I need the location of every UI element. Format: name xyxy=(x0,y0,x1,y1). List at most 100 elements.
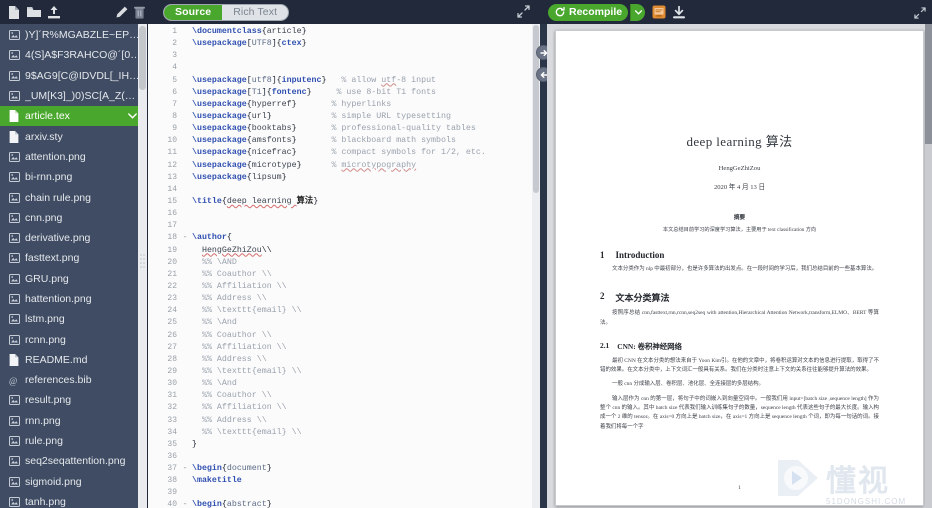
file-item[interactable]: hattention.png xyxy=(0,289,147,309)
file-item[interactable]: lstm.png xyxy=(0,309,147,329)
code-line[interactable]: 7 \usepackage{hyperref} % hyperlinks xyxy=(148,99,540,111)
pdf-preview-pane[interactable]: deep learning 算法 HengGeZhiZou 2020 年 4 月… xyxy=(547,24,932,508)
pdf-page: deep learning 算法 HengGeZhiZou 2020 年 4 月… xyxy=(555,30,924,506)
pdf-scrollbar-thumb[interactable] xyxy=(925,24,932,144)
code-line[interactable]: 17 xyxy=(148,220,540,232)
file-item[interactable]: rnn.png xyxy=(0,411,147,431)
code-line[interactable]: 12 \usepackage{microtype} % microtypograp… xyxy=(148,160,540,172)
code-line[interactable]: 6 \usepackage[T1]{fontenc} % use 8-bit T1… xyxy=(148,87,540,99)
line-content: %% Affiliation \\ xyxy=(201,403,287,413)
file-item[interactable]: _UM[K3]_)0)SC[A_Z(OK_D... xyxy=(0,86,147,106)
file-item[interactable]: chain rule.png xyxy=(0,187,147,207)
code-line[interactable]: 4 xyxy=(148,62,540,74)
file-item[interactable]: fasttext.png xyxy=(0,248,147,268)
code-lines[interactable]: 1 \documentclass{article} 2 \usepackage[UTF… xyxy=(148,24,540,508)
new-file-icon[interactable] xyxy=(6,4,21,20)
pdf-abstract-heading: 摘要 xyxy=(733,215,746,221)
file-item[interactable]: seq2seqattention.png xyxy=(0,451,147,471)
tab-source[interactable]: Source xyxy=(164,4,223,20)
file-item[interactable]: rcnn.png xyxy=(0,329,147,349)
code-line[interactable]: 9 \usepackage{booktabs} % professional-qu… xyxy=(148,123,540,135)
code-line[interactable]: 40- \begin{abstract} xyxy=(148,499,540,508)
file-item[interactable]: 9$AG9[C@IDVDL[_IHXSE... xyxy=(0,66,147,86)
code-line[interactable]: 38 \maketitle xyxy=(148,475,540,487)
code-line[interactable]: 36 xyxy=(148,451,540,463)
image-file-icon xyxy=(8,394,20,406)
code-line[interactable]: 27 %% Affiliation \\ xyxy=(148,342,540,354)
code-line[interactable]: 8 \usepackage{url} % simple URL typesetti… xyxy=(148,111,540,123)
code-line[interactable]: 34 %% \texttt{email} \\ xyxy=(148,427,540,439)
code-line[interactable]: 32 %% Affiliation \\ xyxy=(148,402,540,414)
image-file-icon xyxy=(8,415,20,427)
file-item[interactable]: @ references.bib xyxy=(0,370,147,390)
chevron-down-icon[interactable] xyxy=(128,110,137,122)
file-item[interactable]: tanh.png xyxy=(0,492,147,508)
delete-icon[interactable] xyxy=(132,4,147,20)
sidebar-resize-grip[interactable] xyxy=(139,252,146,272)
line-number: 30 xyxy=(167,379,177,389)
code-line[interactable]: 20 %% \AND xyxy=(148,257,540,269)
compile-logs-icon[interactable] xyxy=(652,5,666,19)
file-item[interactable]: rule.png xyxy=(0,431,147,451)
upload-icon[interactable] xyxy=(46,4,61,20)
code-line[interactable]: 28 %% Address \\ xyxy=(148,354,540,366)
source-code-editor[interactable]: 1 \documentclass{article} 2 \usepackage[UTF… xyxy=(147,24,540,508)
code-line[interactable]: 10 \usepackage{amsfonts} % blackboard mat… xyxy=(148,135,540,147)
code-line[interactable]: 21 %% Coauthor \\ xyxy=(148,269,540,281)
pdf-scrollbar[interactable] xyxy=(925,24,932,508)
code-line[interactable]: 26 %% Coauthor \\ xyxy=(148,330,540,342)
file-item[interactable]: 4(S]A$F3RAHCO@´[0JCU... xyxy=(0,45,147,65)
code-line[interactable]: 35} xyxy=(148,439,540,451)
code-line[interactable]: 16 xyxy=(148,208,540,220)
code-line[interactable]: 11 \usepackage{nicefrac} % compact symbol… xyxy=(148,147,540,159)
file-name: arxiv.sty xyxy=(25,130,63,143)
line-number: 33 xyxy=(167,415,177,425)
file-item[interactable]: )Y]´R%MGABZLE~EPRF3... xyxy=(0,25,147,45)
code-line[interactable]: 31 %% Coauthor \\ xyxy=(148,390,540,402)
recompile-button[interactable]: Recompile xyxy=(548,3,629,21)
code-line[interactable]: 23 %% Address \\ xyxy=(148,293,540,305)
rename-icon[interactable] xyxy=(114,4,129,20)
code-line[interactable]: 1 \documentclass{article} xyxy=(148,26,540,38)
file-item[interactable]: sigmoid.png xyxy=(0,472,147,492)
line-content: %% Coauthor \\ xyxy=(201,391,272,401)
code-line[interactable]: 33 %% Address \\ xyxy=(148,415,540,427)
file-item[interactable]: bi-rnn.png xyxy=(0,167,147,187)
code-line[interactable]: 5 \usepackage[utf8]{inputenc} % allow utf… xyxy=(148,75,540,87)
code-line[interactable]: 39 xyxy=(148,487,540,499)
code-line[interactable]: 24 %% \texttt{email} \\ xyxy=(148,305,540,317)
code-line[interactable]: 18- \author{ xyxy=(148,232,540,244)
code-line[interactable]: 37- \begin{document} xyxy=(148,463,540,475)
editor-scrollbar[interactable] xyxy=(532,24,540,508)
file-item[interactable]: GRU.png xyxy=(0,269,147,289)
code-line[interactable]: 19 HengGeZhiZou\\ xyxy=(148,245,540,257)
new-folder-icon[interactable] xyxy=(26,4,41,20)
file-item[interactable]: derivative.png xyxy=(0,228,147,248)
sidebar-scrollbar-thumb[interactable] xyxy=(139,26,146,90)
file-item[interactable]: README.md xyxy=(0,350,147,370)
line-content: %% Coauthor \\ xyxy=(201,269,272,279)
line-content: \usepackage{url} % simple URL typesettin… xyxy=(192,111,451,121)
code-line[interactable]: 13 \usepackage{lipsum} xyxy=(148,172,540,184)
code-line[interactable]: 22 %% Affiliation \\ xyxy=(148,281,540,293)
code-line[interactable]: 15 \title{deep learning 算法} xyxy=(148,196,540,208)
recompile-options-button[interactable] xyxy=(630,3,646,21)
code-line[interactable]: 3 xyxy=(148,50,540,62)
pane-splitter[interactable] xyxy=(536,24,551,508)
file-item[interactable]: attention.png xyxy=(0,147,147,167)
expand-icon[interactable] xyxy=(517,5,530,23)
text-file-icon xyxy=(8,353,20,366)
file-item[interactable]: result.png xyxy=(0,390,147,410)
code-line[interactable]: 2 \usepackage[UTF8]{ctex} xyxy=(148,38,540,50)
source-richtext-toggle[interactable]: Source Rich Text xyxy=(163,3,290,21)
file-item[interactable]: cnn.png xyxy=(0,208,147,228)
download-pdf-icon[interactable] xyxy=(673,5,686,19)
file-item-selected[interactable]: article.tex xyxy=(0,106,147,127)
pdf-expand-icon[interactable] xyxy=(914,6,926,24)
code-line[interactable]: 29 %% \texttt{email} \\ xyxy=(148,366,540,378)
code-line[interactable]: 30 %% \And xyxy=(148,378,540,390)
file-item[interactable]: arxiv.sty xyxy=(0,126,147,146)
code-line[interactable]: 14 xyxy=(148,184,540,196)
tab-rich-text[interactable]: Rich Text xyxy=(222,5,288,20)
code-line[interactable]: 25 %% \And xyxy=(148,317,540,329)
